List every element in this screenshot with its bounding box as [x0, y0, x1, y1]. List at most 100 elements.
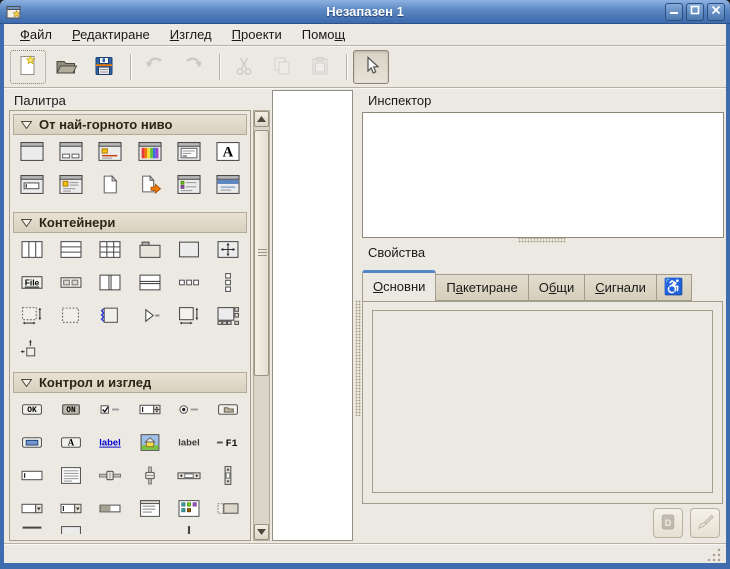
palette-item-notebook[interactable]: [130, 233, 169, 266]
palette-section-header[interactable]: Контейнери: [13, 212, 247, 233]
open-folder-icon: [54, 54, 78, 81]
vertical-pane-handle[interactable]: [355, 300, 361, 416]
edit-button[interactable]: [690, 508, 720, 538]
palette-item-font-selection-dialog[interactable]: A: [209, 135, 248, 168]
titlebar[interactable]: Незапазен 1: [0, 0, 730, 24]
palette-item-dialog[interactable]: [51, 135, 90, 168]
devhelp-button[interactable]: D: [653, 508, 683, 538]
inspector-tree[interactable]: [362, 112, 724, 238]
cut-button[interactable]: [226, 50, 262, 84]
tab-signals[interactable]: Сигнали: [585, 274, 657, 301]
palette-item-window[interactable]: [12, 135, 51, 168]
palette-item-color-selection-dialog[interactable]: [130, 135, 169, 168]
menu-file[interactable]: Файл: [10, 25, 62, 45]
palette-item-about-dialog[interactable]: [51, 168, 90, 201]
minimize-button[interactable]: [665, 3, 683, 21]
palette-item-table[interactable]: [91, 233, 130, 266]
palette-item-recent-chooser-dialog[interactable]: [169, 168, 208, 201]
palette-item-hbox[interactable]: [12, 233, 51, 266]
new-button[interactable]: [10, 50, 46, 84]
palette-item-hscale[interactable]: [91, 459, 130, 492]
palette-row: A: [12, 135, 248, 168]
undo-button[interactable]: [137, 50, 173, 84]
design-canvas[interactable]: [272, 90, 353, 541]
menu-projects[interactable]: Проекти: [222, 25, 292, 45]
palette-label: Палитра: [14, 93, 66, 108]
close-button[interactable]: [707, 3, 725, 21]
copy-button[interactable]: [264, 50, 300, 84]
palette-item-hscrollbar[interactable]: [169, 459, 208, 492]
tab-general[interactable]: Основни: [362, 270, 436, 301]
maximize-button[interactable]: [686, 3, 704, 21]
resize-grip-icon[interactable]: [706, 547, 722, 561]
palette-item-input-dialog[interactable]: [12, 168, 51, 201]
horizontal-pane-handle[interactable]: [518, 237, 566, 243]
menu-help[interactable]: Помощ: [292, 25, 355, 45]
scrollbar-thumb[interactable]: [254, 130, 269, 376]
palette-item-file-chooser-button[interactable]: [209, 393, 248, 426]
palette-item-link-button[interactable]: label: [91, 426, 130, 459]
palette-item-label-widget[interactable]: label: [169, 426, 208, 459]
properties-actions: D: [4, 508, 724, 538]
palette-item-check-button[interactable]: [91, 393, 130, 426]
palette-item-entry[interactable]: [12, 459, 51, 492]
palette-item-assistant[interactable]: [209, 168, 248, 201]
palette-row: [12, 459, 248, 492]
palette-item-file-chooser-dialog[interactable]: [91, 168, 130, 201]
palette-item-fixed[interactable]: [209, 233, 248, 266]
open-button[interactable]: [48, 50, 84, 84]
palette-item-toggle-button[interactable]: ON: [51, 393, 90, 426]
palette-section-header[interactable]: Контрол и изглед: [13, 372, 247, 393]
palette-item-radio-button[interactable]: [169, 393, 208, 426]
palette-scrollbar[interactable]: [253, 110, 270, 541]
palette-item-scrolled-window[interactable]: [169, 299, 208, 332]
selector-arrow-icon: [359, 54, 383, 81]
palette-item-accel-label[interactable]: F1: [209, 426, 248, 459]
palette-item-handle-box[interactable]: [91, 299, 130, 332]
palette-item-message-dialog[interactable]: [91, 135, 130, 168]
statusbar: [4, 545, 726, 563]
save-button[interactable]: [86, 50, 122, 84]
palette-item-toolbar-widget[interactable]: [51, 266, 90, 299]
palette-item-menubar[interactable]: File: [12, 266, 51, 299]
selector-button[interactable]: [353, 50, 389, 84]
palette-item-font-button[interactable]: A: [51, 426, 90, 459]
palette-item-spin-button[interactable]: [130, 393, 169, 426]
tab-packing[interactable]: Пакетиране: [436, 274, 528, 301]
palette-item-file-selection-dialog[interactable]: [169, 135, 208, 168]
palette-item-vpaned[interactable]: [130, 266, 169, 299]
menu-view[interactable]: Изглед: [160, 25, 222, 45]
palette-item-hpaned[interactable]: [91, 266, 130, 299]
new-document-icon: [16, 54, 40, 81]
tab-accessibility[interactable]: ♿: [657, 274, 692, 301]
menu-edit[interactable]: Редактиране: [62, 25, 160, 45]
palette-item-viewport[interactable]: [209, 299, 248, 332]
palette-item-frame[interactable]: [169, 233, 208, 266]
palette-item-text-view[interactable]: [51, 459, 90, 492]
window-body: ФайлРедактиранеИзгледПроектиПомощ Палитр…: [4, 24, 726, 563]
palette-item-vbox[interactable]: [51, 233, 90, 266]
redo-button[interactable]: [175, 50, 211, 84]
palette-item-color-button[interactable]: [12, 426, 51, 459]
svg-text:D: D: [665, 517, 672, 527]
palette-section-label: От най-горното ниво: [39, 117, 172, 132]
palette-item-image[interactable]: [130, 426, 169, 459]
palette-item-vbuttonbox[interactable]: [209, 266, 248, 299]
palette-item-vscrollbar[interactable]: [209, 459, 248, 492]
palette-item-layout[interactable]: [12, 299, 51, 332]
redo-arrow-icon: [181, 54, 205, 81]
palette-item-file-chooser-save-dialog[interactable]: [130, 168, 169, 201]
scroll-up-button[interactable]: [254, 111, 269, 127]
edit-brush-icon: [695, 512, 715, 535]
paste-button[interactable]: [302, 50, 338, 84]
palette-item-vscale[interactable]: [130, 459, 169, 492]
palette-section-header[interactable]: От най-горното ниво: [13, 114, 247, 135]
tab-common[interactable]: Общи: [529, 274, 586, 301]
palette-item-event-box[interactable]: [51, 299, 90, 332]
palette-item-alignment[interactable]: [12, 332, 51, 365]
palette-empty-cell: [209, 332, 248, 365]
palette-item-button[interactable]: OK: [12, 393, 51, 426]
palette-item-hbuttonbox[interactable]: [169, 266, 208, 299]
svg-text:label: label: [100, 438, 122, 449]
palette-item-expander[interactable]: [130, 299, 169, 332]
